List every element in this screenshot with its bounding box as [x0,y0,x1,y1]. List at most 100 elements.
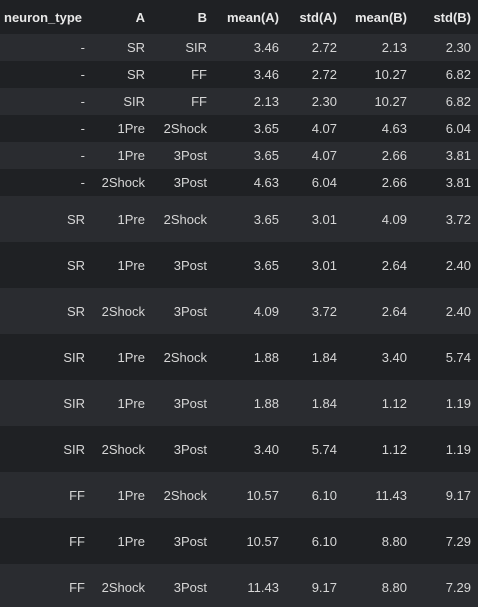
table-row[interactable]: -2Shock 3Post 4.63 6.04 2.66 3.81 [0,169,478,196]
table-row[interactable]: - SR SIR 3.46 2.72 2.13 2.30 [0,34,478,61]
table-row[interactable]: - SR FF 3.46 2.72 10.27 6.82 [0,61,478,88]
cell-std-a: 1.84 [286,380,344,426]
cell-std-a: 9.17 [286,564,344,607]
cell-std-a: 5.74 [286,426,344,472]
cell-mean-b: 11.43 [344,472,414,518]
cell-b: 3Post [152,142,214,169]
cell-b: SIR [152,34,214,61]
table-row[interactable]: - SIR FF 2.13 2.30 10.27 6.82 [0,88,478,115]
column-header-mean-a[interactable]: mean(A) [214,0,286,34]
cell-neuron-type: - [0,115,92,142]
cell-neuron-type: FF [0,518,92,564]
cell-b: 3Post [152,288,214,334]
cell-std-a: 2.72 [286,34,344,61]
cell-std-b: 2.40 [414,288,478,334]
cell-neuron-type: SR [0,242,92,288]
column-header-std-a[interactable]: std(A) [286,0,344,34]
cell-std-b: 7.29 [414,518,478,564]
cell-neuron-type: SIR [0,380,92,426]
cell-b: 3Post [152,518,214,564]
column-header-mean-b[interactable]: mean(B) [344,0,414,34]
cell-b: 2Shock [152,334,214,380]
cell-mean-b: 4.09 [344,196,414,242]
cell-mean-b: 10.27 [344,88,414,115]
cell-neuron-type: SR [0,196,92,242]
table-row[interactable]: SR 2Shock 3Post 4.09 3.72 2.64 2.40 [0,288,478,334]
table-row[interactable]: SR 1Pre 3Post 3.65 3.01 2.64 2.40 [0,242,478,288]
cell-b: 3Post [152,242,214,288]
cell-std-b: 5.74 [414,334,478,380]
cell-mean-a: 1.88 [214,334,286,380]
cell-a: 2Shock [92,426,152,472]
cell-neuron-type: FF [0,564,92,607]
cell-a: 2Shock [92,288,152,334]
cell-mean-a: 3.65 [214,196,286,242]
cell-mean-a: 1.88 [214,380,286,426]
cell-a: 1Pre [92,472,152,518]
header-row: neuron_type A B mean(A) std(A) mean(B) s… [0,0,478,34]
cell-a: 1Pre [92,142,152,169]
column-header-b[interactable]: B [152,0,214,34]
table-row[interactable]: SIR 1Pre 2Shock 1.88 1.84 3.40 5.74 [0,334,478,380]
cell-std-a: 6.10 [286,472,344,518]
cell-b: FF [152,61,214,88]
cell-std-a: 1.84 [286,334,344,380]
cell-std-a: 3.01 [286,242,344,288]
cell-std-b: 9.17 [414,472,478,518]
table-row[interactable]: -1Pre 2Shock 3.65 4.07 4.63 6.04 [0,115,478,142]
cell-mean-a: 3.40 [214,426,286,472]
cell-std-a: 4.07 [286,142,344,169]
table-row[interactable]: -1Pre 3Post 3.65 4.07 2.66 3.81 [0,142,478,169]
cell-neuron-type: - [0,169,92,196]
cell-std-b: 6.82 [414,61,478,88]
cell-std-a: 4.07 [286,115,344,142]
cell-a: 1Pre [92,196,152,242]
column-header-a[interactable]: A [92,0,152,34]
cell-mean-b: 2.13 [344,34,414,61]
table-row[interactable]: SR 1Pre 2Shock 3.65 3.01 4.09 3.72 [0,196,478,242]
cell-neuron-type: SIR [0,334,92,380]
cell-b: 3Post [152,564,214,607]
table-row[interactable]: FF 1Pre 3Post 10.57 6.10 8.80 7.29 [0,518,478,564]
cell-std-a: 2.72 [286,61,344,88]
cell-mean-b: 8.80 [344,518,414,564]
cell-b: 2Shock [152,196,214,242]
cell-neuron-type: - [0,34,92,61]
table-row[interactable]: FF 1Pre 2Shock 10.57 6.10 11.43 9.17 [0,472,478,518]
cell-std-b: 1.19 [414,426,478,472]
cell-std-b: 7.29 [414,564,478,607]
table-body: - SR SIR 3.46 2.72 2.13 2.30- SR FF 3.46 2.72 10.27… [0,34,478,607]
table-row[interactable]: SIR 1Pre 3Post 1.88 1.84 1.12 1.19 [0,380,478,426]
column-header-std-b[interactable]: std(B) [414,0,478,34]
cell-b: 3Post [152,380,214,426]
cell-std-a: 6.04 [286,169,344,196]
cell-std-b: 2.30 [414,34,478,61]
cell-mean-a: 10.57 [214,518,286,564]
cell-neuron-type: SR [0,288,92,334]
cell-b: 3Post [152,426,214,472]
cell-a: 1Pre [92,115,152,142]
table-row[interactable]: SIR 2Shock 3Post 3.40 5.74 1.12 1.19 [0,426,478,472]
table-row[interactable]: FF 2Shock 3Post 11.43 9.17 8.80 7.29 [0,564,478,607]
cell-mean-a: 3.65 [214,142,286,169]
cell-std-a: 2.30 [286,88,344,115]
cell-mean-b: 3.40 [344,334,414,380]
column-header-neuron-type[interactable]: neuron_type [0,0,92,34]
cell-b: FF [152,88,214,115]
cell-neuron-type: - [0,61,92,88]
cell-mean-a: 4.63 [214,169,286,196]
stats-table: neuron_type A B mean(A) std(A) mean(B) s… [0,0,478,607]
cell-a: 2Shock [92,169,152,196]
cell-mean-b: 1.12 [344,380,414,426]
cell-neuron-type: SIR [0,426,92,472]
cell-std-b: 6.82 [414,88,478,115]
cell-mean-b: 1.12 [344,426,414,472]
cell-mean-a: 2.13 [214,88,286,115]
cell-a: 1Pre [92,380,152,426]
cell-neuron-type: - [0,88,92,115]
cell-mean-a: 4.09 [214,288,286,334]
cell-mean-a: 3.65 [214,242,286,288]
cell-mean-b: 2.64 [344,242,414,288]
cell-b: 2Shock [152,115,214,142]
stats-table-container: neuron_type A B mean(A) std(A) mean(B) s… [0,0,478,607]
